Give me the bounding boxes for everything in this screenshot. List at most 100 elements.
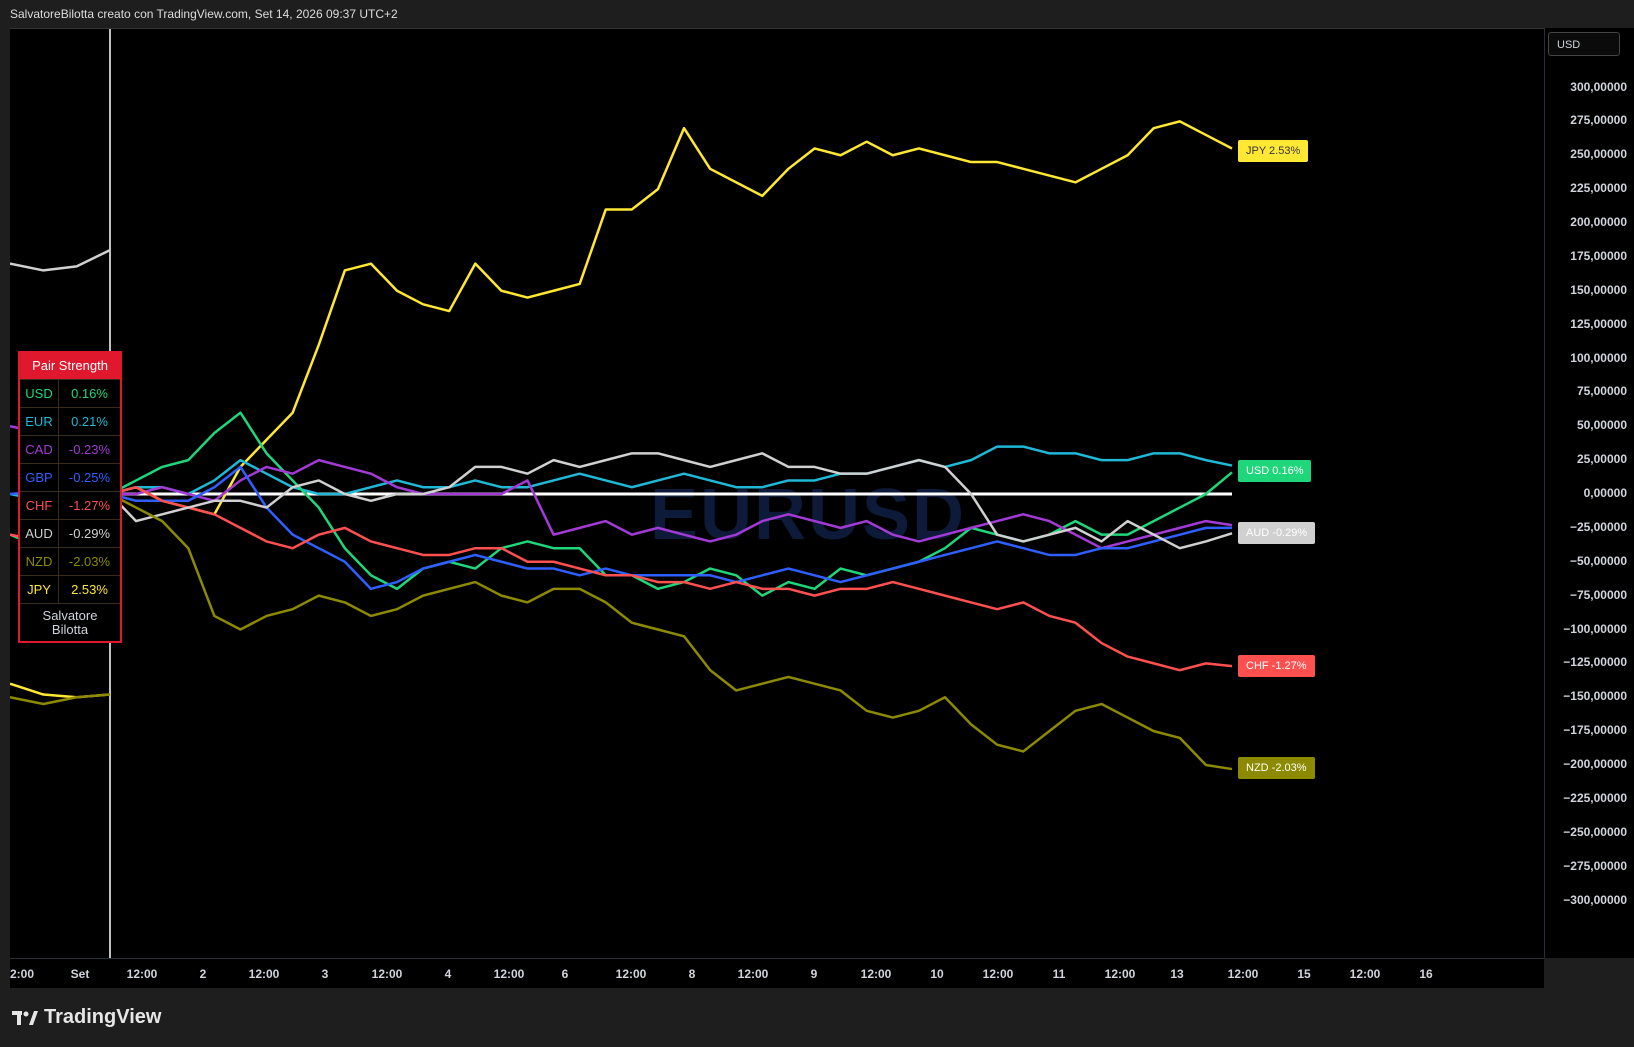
time-tick: 10 xyxy=(930,967,944,981)
price-tick: −175,00000 xyxy=(1563,723,1627,738)
time-tick: 12:00 xyxy=(248,967,280,981)
time-axis[interactable]: 2:00 Set 12:00 2 12:00 3 12:00 4 12:00 6 12:00 8 12:… xyxy=(10,958,1544,989)
time-tick: 12:00 xyxy=(493,967,525,981)
table-row: USD 0.16% xyxy=(20,379,120,407)
currency-strength-value: -0.29% xyxy=(68,526,111,541)
price-axis[interactable]: USD 300,00000 275,00000 250,00000 225,00000… xyxy=(1544,28,1634,958)
series-line-aud-previous[interactable] xyxy=(10,248,111,272)
time-tick: 12:00 xyxy=(1349,967,1381,981)
time-tick: 15 xyxy=(1297,967,1311,981)
author-first-name: Salvatore xyxy=(42,608,98,623)
time-tick: 4 xyxy=(444,967,452,981)
series-line-aud[interactable] xyxy=(109,452,1233,550)
chart-plot-area[interactable]: EURUSD xyxy=(10,28,1544,983)
price-tick: 125,00000 xyxy=(1570,316,1627,331)
time-tick: 9 xyxy=(810,967,818,981)
series-price-label: USD 0.16% xyxy=(1238,460,1312,482)
table-author: Salvatore Bilotta xyxy=(20,603,120,641)
time-tick: 16 xyxy=(1419,967,1433,981)
price-tick: 250,00000 xyxy=(1570,147,1627,162)
table-row: JPY 2.53% xyxy=(20,575,120,603)
series-line-chf[interactable] xyxy=(109,485,1233,672)
price-tick: 225,00000 xyxy=(1570,181,1627,196)
price-tick: −275,00000 xyxy=(1563,858,1627,873)
pair-strength-table: Pair Strength USD 0.16% EUR 0.21% CAD -0.23% G… xyxy=(18,351,122,643)
currency-strength-value: -0.23% xyxy=(68,442,111,457)
price-tick: −300,00000 xyxy=(1563,892,1627,907)
tradingview-logo-icon xyxy=(12,1010,38,1025)
time-tick: 11 xyxy=(1052,967,1066,981)
series-price-label: NZD -2.03% xyxy=(1238,757,1315,779)
series-line-jpy[interactable] xyxy=(109,120,1233,516)
price-tick: −200,00000 xyxy=(1563,757,1627,771)
price-tick: 0,00000 xyxy=(1583,486,1627,500)
price-tick: 175,00000 xyxy=(1570,248,1627,263)
price-tick: −125,00000 xyxy=(1563,655,1627,670)
table-row: AUD -0.29% xyxy=(20,519,120,547)
series-line-nzd[interactable] xyxy=(109,492,1233,771)
table-row: CHF -1.27% xyxy=(20,491,120,519)
time-tick: 12:00 xyxy=(615,967,647,981)
series-price-label: AUD -0.29% xyxy=(1238,522,1316,544)
time-tick: 12:00 xyxy=(1104,967,1136,981)
time-tick: 12:00 xyxy=(371,967,403,981)
footer: TradingView xyxy=(0,988,1634,1047)
currency-strength-value: 0.21% xyxy=(71,414,108,429)
price-tick: 150,00000 xyxy=(1570,282,1627,297)
price-tick: 275,00000 xyxy=(1570,113,1627,128)
currency-code: AUD xyxy=(20,520,59,547)
currency-code: USD xyxy=(20,380,59,407)
time-tick: 2:00 xyxy=(9,967,35,981)
series-line-usd[interactable] xyxy=(109,411,1233,597)
price-tick: 75,00000 xyxy=(1576,384,1627,399)
price-tick: −100,00000 xyxy=(1563,621,1627,636)
price-tick: −25,00000 xyxy=(1569,519,1627,534)
brand-name: TradingView xyxy=(44,1006,162,1028)
price-tick: 100,00000 xyxy=(1570,350,1627,365)
currency-code: NZD xyxy=(20,548,59,575)
price-tick: 50,00000 xyxy=(1576,418,1627,433)
price-tick: −150,00000 xyxy=(1563,689,1627,704)
price-tick: 300,00000 xyxy=(1570,79,1627,94)
series-price-label: JPY 2.53% xyxy=(1238,140,1309,162)
currency-strength-value: -0.25% xyxy=(68,470,111,485)
table-row: EUR 0.21% xyxy=(20,407,120,435)
price-tick: −75,00000 xyxy=(1569,587,1627,602)
time-tick: 6 xyxy=(561,967,569,981)
currency-code: CHF xyxy=(20,492,59,519)
currency-code: EUR xyxy=(20,408,59,435)
time-tick: 13 xyxy=(1170,967,1184,981)
time-tick: 8 xyxy=(688,967,696,981)
time-tick: 12:00 xyxy=(126,967,158,981)
currency-strength-value: -2.03% xyxy=(68,554,111,569)
time-tick: 12:00 xyxy=(982,967,1014,981)
time-tick: Set xyxy=(70,967,90,981)
currency-code: JPY xyxy=(20,576,59,603)
time-tick: 12:00 xyxy=(1227,967,1259,981)
time-tick: 2 xyxy=(199,967,207,981)
price-tick: −50,00000 xyxy=(1569,553,1627,568)
price-tick: −250,00000 xyxy=(1563,824,1627,839)
series-line-cad[interactable] xyxy=(110,458,1233,550)
currency-strength-value: 2.53% xyxy=(71,582,108,597)
price-tick: −225,00000 xyxy=(1563,790,1627,805)
currency-strength-value: 0.16% xyxy=(71,386,108,401)
table-row: CAD -0.23% xyxy=(20,435,120,463)
series-price-label: CHF -1.27% xyxy=(1238,655,1315,677)
currency-code: GBP xyxy=(20,464,59,491)
chart-credit-text: SalvatoreBilotta creato con TradingView.… xyxy=(10,7,398,21)
top-bar: SalvatoreBilotta creato con TradingView.… xyxy=(0,0,1634,28)
table-row: NZD -2.03% xyxy=(20,547,120,575)
price-tick: 200,00000 xyxy=(1570,215,1627,229)
author-last-name: Bilotta xyxy=(51,622,89,637)
table-title: Pair Strength xyxy=(20,353,120,379)
tradingview-logo[interactable]: TradingView xyxy=(12,1006,161,1029)
currency-selector[interactable]: USD xyxy=(1548,32,1620,56)
table-row: GBP -0.25% xyxy=(20,463,120,491)
currency-strength-value: -1.27% xyxy=(68,498,111,513)
strength-lines-chart[interactable] xyxy=(10,29,1544,959)
currency-code: CAD xyxy=(20,436,59,463)
time-tick: 12:00 xyxy=(860,967,892,981)
price-tick: 25,00000 xyxy=(1576,452,1627,467)
time-tick: 3 xyxy=(321,967,329,981)
